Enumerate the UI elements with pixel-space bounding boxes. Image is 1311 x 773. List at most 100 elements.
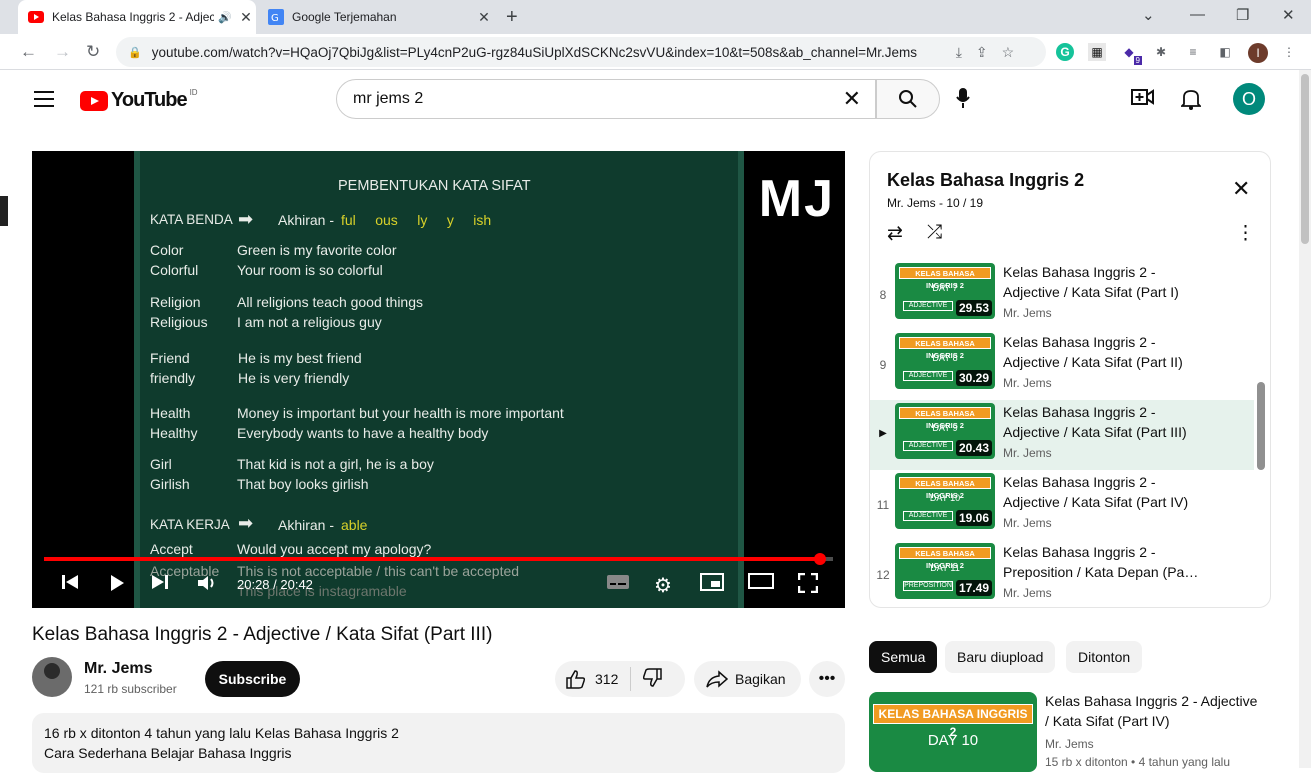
chip-semua[interactable]: Semua [869,641,938,673]
playlist-channel: Mr. Jems [1003,306,1052,320]
playlist-item[interactable]: 8 KELAS BAHASA INGGRIS 2 DAY 7 ADJECTIVE 29… [870,260,1270,330]
window-close-icon[interactable]: ✕ [1282,6,1295,24]
board-sentence: That boy looks girlish [237,476,369,492]
settings-gear-icon[interactable]: ⚙ [654,573,672,598]
next-video-icon[interactable] [150,573,170,591]
tab-google-translate[interactable]: G Google Terjemahan ✕ [258,0,494,34]
channel-name[interactable]: Mr. Jems [84,660,152,678]
playlist-thumbnail[interactable]: KELAS BAHASA INGGRIS 2 DAY 8 ADJECTIVE 30.2… [895,333,995,389]
media-control-icon[interactable]: ≡ [1184,43,1202,61]
fullscreen-icon[interactable] [798,573,818,593]
grammarly-extension-icon[interactable]: G [1056,43,1074,61]
chip-baru-diupload[interactable]: Baru diupload [945,641,1056,673]
clear-search-icon[interactable]: ✕ [843,86,861,112]
previous-video-icon[interactable] [60,573,80,591]
audio-playing-icon[interactable]: 🔊 [218,11,232,24]
playlist-video-title[interactable]: Kelas Bahasa Inggris 2 - Adjective / Kata… [1003,402,1213,442]
thumb-duration: 20.43 [955,440,992,456]
playlist-video-title[interactable]: Kelas Bahasa Inggris 2 - Adjective / Kata… [1003,472,1213,512]
board-sentence: I am not a religious guy [237,314,382,330]
tab-search-chevron-icon[interactable]: ⌄ [1142,6,1155,24]
search-button[interactable] [876,79,940,119]
playlist-video-title[interactable]: Kelas Bahasa Inggris 2 - Adjective / Kata… [1003,262,1213,302]
miniplayer-icon[interactable] [700,573,724,591]
youtube-logo[interactable]: YouTube ID [80,88,198,112]
playlist-thumbnail[interactable]: KELAS BAHASA INGGRIS 2 DAY 7 ADJECTIVE 29.5… [895,263,995,319]
account-avatar[interactable]: O [1233,83,1265,115]
minimize-icon[interactable]: — [1190,6,1205,23]
reload-icon[interactable]: ↻ [86,42,100,62]
loop-icon[interactable]: ⇄ [887,222,903,245]
page-scrollbar[interactable] [1299,70,1311,768]
browser-menu-icon[interactable]: ⋮ [1280,43,1298,61]
share-button[interactable]: Bagikan [694,661,801,697]
lock-icon[interactable]: 🔒 [128,46,142,59]
restore-icon[interactable]: ❐ [1236,6,1249,24]
thumb-tag: ADJECTIVE [903,371,953,381]
board-word: Healthy [150,425,198,441]
more-actions-icon[interactable]: ••• [809,661,845,697]
tab-close-icon[interactable]: ✕ [474,9,494,26]
create-video-icon[interactable] [1131,88,1155,112]
board-akhiran: Akhiran - [278,517,335,533]
forward-arrow-icon[interactable]: → [54,42,71,62]
shuffle-icon[interactable]: ⤮ [927,222,942,244]
playlist-video-title[interactable]: Kelas Bahasa Inggris 2 - Adjective / Kata… [1003,332,1213,372]
volume-icon[interactable] [196,573,218,593]
playlist-scrollbar[interactable] [1257,382,1265,470]
theater-mode-icon[interactable] [748,573,774,589]
playlist-item-current[interactable]: ▶ KELAS BAHASA INGGRIS 2 DAY 9 ADJECTIVE 20… [870,400,1254,470]
playlist-item[interactable]: 9 KELAS BAHASA INGGRIS 2 DAY 8 ADJECTIVE 30… [870,330,1270,400]
arrow-right-icon: ➡ [238,513,254,533]
thumbs-up-icon [566,670,586,689]
share-icon[interactable]: ⇪ [976,44,988,61]
tab-close-icon[interactable]: ✕ [236,9,256,26]
logo-wordmark: YouTube [111,89,188,111]
dislike-button[interactable] [631,667,675,691]
play-icon[interactable] [108,573,126,593]
new-tab-plus-icon[interactable]: + [506,6,518,29]
playlist-thumbnail[interactable]: KELAS BAHASA INGGRIS 2 DAY 10 ADJECTIVE 19.… [895,473,995,529]
chip-ditonton[interactable]: Ditonton [1066,641,1143,673]
hamburger-menu-icon[interactable] [34,91,54,112]
playlist-item[interactable]: 12 KELAS BAHASA INGGRIS 2 DAY 11 PREPOSITI… [870,540,1270,607]
microphone-icon[interactable] [956,88,970,113]
extensions-puzzle-icon[interactable]: ✱ [1152,43,1170,61]
recommended-meta: 15 rb x ditonton • 4 tahun yang lalu [1045,755,1230,769]
playlist-menu-icon[interactable]: ⋮ [1236,222,1255,245]
install-app-icon[interactable]: ⤓ [956,44,962,61]
recommended-channel[interactable]: Mr. Jems [1045,737,1094,751]
address-bar[interactable]: 🔒 youtube.com/watch?v=HQaOj7QbiJg&list=P… [116,37,1046,67]
video-player[interactable]: PEMBENTUKAN KATA SIFAT KATA BENDA ➡ Akhi… [32,151,845,608]
back-arrow-icon[interactable]: ← [20,42,37,62]
page-scrollbar-thumb[interactable] [1301,74,1309,244]
like-button[interactable]: 312 [555,667,632,691]
playlist-thumbnail[interactable]: KELAS BAHASA INGGRIS 2 DAY 9 ADJECTIVE 20.4… [895,403,995,459]
search-input[interactable]: mr jems 2 ✕ [336,79,876,119]
bookmark-star-icon[interactable]: ☆ [1002,44,1015,61]
description-box[interactable]: 16 rb x ditonton 4 tahun yang lalu Kelas… [32,713,845,773]
recommended-thumbnail[interactable]: KELAS BAHASA INGGRIS 2 DAY 10 [869,692,1037,772]
video-progress-bar[interactable] [44,553,833,565]
tab-youtube[interactable]: Kelas Bahasa Inggris 2 - Adjective / Kat… [18,0,256,34]
subtitles-icon[interactable] [606,573,630,591]
side-panel-icon[interactable]: ◧ [1216,43,1234,61]
extension-grid-icon[interactable]: ▦ [1088,43,1106,61]
progress-scrubber[interactable] [814,553,827,565]
extension-badge-icon[interactable]: ◆ 9 [1120,43,1142,65]
tab-title: Kelas Bahasa Inggris 2 - Adjective / Kat… [52,10,215,24]
recommended-title[interactable]: Kelas Bahasa Inggris 2 - Adjective / Kat… [1045,691,1265,731]
playlist-video-title[interactable]: Kelas Bahasa Inggris 2 - Preposition / Ka… [1003,542,1213,582]
channel-avatar[interactable] [32,657,72,697]
playlist-title[interactable]: Kelas Bahasa Inggris 2 [887,170,1084,191]
profile-avatar[interactable]: I [1248,43,1268,63]
search-value[interactable]: mr jems 2 [353,90,843,108]
subscribe-button[interactable]: Subscribe [205,661,300,697]
playlist-thumbnail[interactable]: KELAS BAHASA INGGRIS 2 DAY 11 PREPOSITION 1… [895,543,995,599]
now-playing-icon: ▶ [879,428,887,439]
url-text[interactable]: youtube.com/watch?v=HQaOj7QbiJg&list=PLy… [152,45,942,60]
notifications-bell-icon[interactable] [1179,88,1203,116]
playlist-close-icon[interactable]: ✕ [1232,176,1250,202]
board-sentence: All religions teach good things [237,294,424,310]
playlist-item[interactable]: 11 KELAS BAHASA INGGRIS 2 DAY 10 ADJECTIVE… [870,470,1270,540]
